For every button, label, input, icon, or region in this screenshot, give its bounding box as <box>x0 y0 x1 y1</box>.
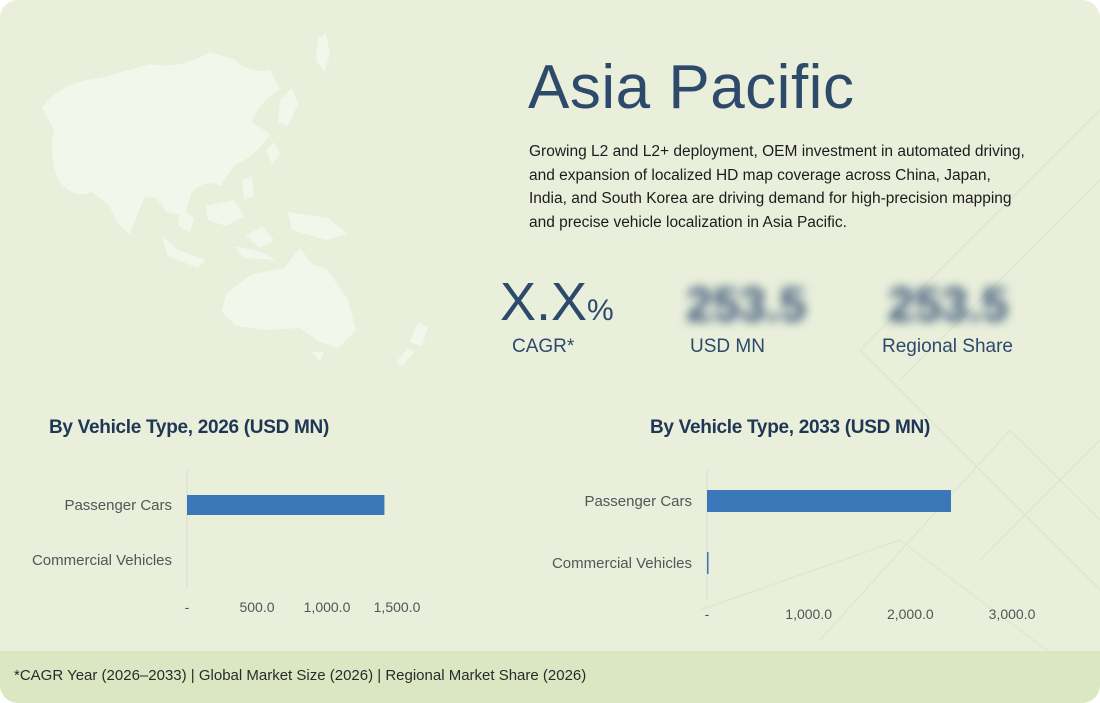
chart-1-tick-label: 500.0 <box>239 599 274 615</box>
footer-bar: *CAGR Year (2026–2033) | Global Market S… <box>0 651 1100 703</box>
chart-2-tick-label: - <box>705 606 710 622</box>
region-card: Asia Pacific Growing L2 and L2+ deployme… <box>0 0 1100 703</box>
chart-1-category-label: Passenger Cars <box>64 497 172 514</box>
chart-1-bar-passenger-cars <box>187 495 385 515</box>
chart-2-tick-label: 3,000.0 <box>989 606 1036 622</box>
charts-canvas: Passenger Cars Commercial Vehicles - 500.0 1… <box>32 470 1036 622</box>
chart-2-tick-label: 1,000.0 <box>785 606 832 622</box>
chart-2-bar-passenger-cars <box>707 490 951 512</box>
chart-2-tick-label: 2,000.0 <box>887 606 934 622</box>
chart-2-category-label: Passenger Cars <box>584 493 692 510</box>
chart-2-category-label: Commercial Vehicles <box>552 555 692 572</box>
chart-2-bar-commercial-vehicles <box>707 552 709 574</box>
chart-1-tick-label: - <box>185 599 190 615</box>
chart-1-tick-label: 1,000.0 <box>304 599 351 615</box>
footer-note: *CAGR Year (2026–2033) | Global Market S… <box>14 667 587 684</box>
chart-1-category-label: Commercial Vehicles <box>32 552 172 569</box>
chart-1-tick-label: 1,500.0 <box>374 599 421 615</box>
